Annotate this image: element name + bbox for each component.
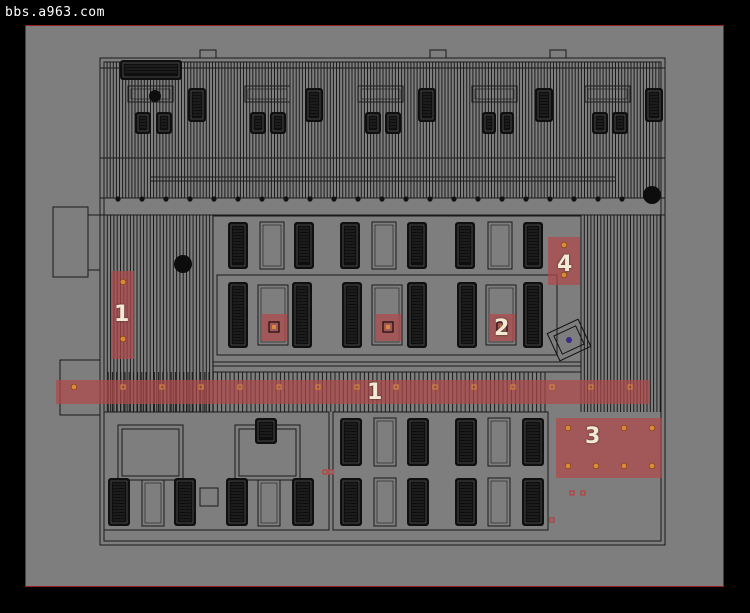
zone-label-1-aisle: 1 bbox=[367, 380, 383, 405]
zone-1-aisle-area bbox=[56, 380, 650, 404]
zone-label-1-left: 1 bbox=[114, 302, 130, 327]
red-markers bbox=[322, 469, 586, 523]
top-shelving-band bbox=[103, 62, 660, 198]
floor-plan-drawing bbox=[52, 49, 666, 546]
bottom-halls bbox=[103, 411, 549, 531]
zone-label-4: 4 bbox=[557, 252, 573, 277]
top-band-fixtures bbox=[115, 196, 625, 202]
zone-3-area bbox=[556, 418, 662, 478]
zone-label-3: 3 bbox=[585, 424, 601, 449]
zone-label-2: 2 bbox=[494, 316, 510, 341]
